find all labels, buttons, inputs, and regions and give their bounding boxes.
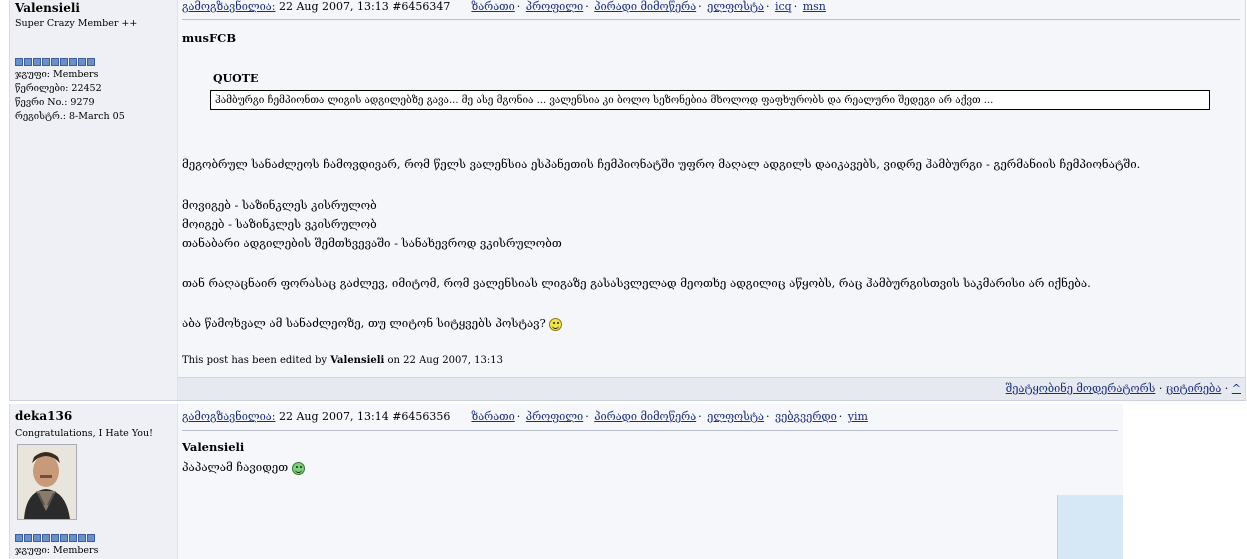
post-footer: შეატყობინე მოდერატორს · ციტირება · ^ bbox=[178, 377, 1245, 400]
author-panel: deka136 Congratulations, I Hate You! ჯგუ… bbox=[10, 404, 178, 559]
author-name[interactable]: Valensieli bbox=[15, 1, 80, 15]
report-moderator-link[interactable]: შეატყობინე მოდერატორს bbox=[1006, 382, 1156, 395]
header-divider bbox=[182, 430, 1118, 431]
link-email[interactable]: ელფოსტა bbox=[707, 0, 764, 13]
post-header: გამოგზავნილია: 22 Aug 2007, 13:14 #64563… bbox=[182, 410, 868, 423]
body-line-2: მოვიგებ - საზინკლეს კისრულობ bbox=[182, 198, 377, 212]
link-pm[interactable]: პირადი მიმოწერა bbox=[594, 410, 696, 423]
link-icq[interactable]: icq bbox=[775, 0, 792, 13]
quote-label: QUOTE bbox=[213, 72, 259, 85]
link-yim[interactable]: yim bbox=[848, 410, 868, 423]
post-content: გამოგზავნილია: 22 Aug 2007, 13:13 #64563… bbox=[178, 0, 1245, 400]
post-1: Valensieli Super Crazy Member ++ ჯგუფი: … bbox=[9, 0, 1246, 401]
stat-posts: წერილები: 22452 bbox=[15, 83, 102, 94]
quote-box: ჰამბურგი ჩემპიონთა ლიგის ადგილებზე გავა.… bbox=[210, 90, 1210, 110]
header-divider bbox=[182, 19, 1240, 20]
member-title: Congratulations, I Hate You! bbox=[15, 428, 153, 439]
body-line-1: მეგობრულ სანაძლეოს ჩამოვდივარ, რომ წელს … bbox=[182, 157, 1141, 171]
stat-group: ჯგუფი: Members bbox=[15, 69, 99, 80]
link-email[interactable]: ელფოსტა bbox=[707, 410, 764, 423]
avatar bbox=[17, 444, 77, 520]
body-line-1: პაპალამ ჩავიდეთ bbox=[182, 460, 305, 475]
link-msn[interactable]: msn bbox=[803, 0, 826, 13]
posted-meta: 22 Aug 2007, 13:13 #6456347 bbox=[275, 0, 451, 13]
link-pm[interactable]: პირადი მიმოწერა bbox=[594, 0, 696, 13]
post-header: გამოგზავნილია: 22 Aug 2007, 13:13 #64563… bbox=[182, 0, 826, 13]
quoted-username: musFCB bbox=[182, 31, 237, 45]
link-karma[interactable]: ზარათი bbox=[471, 0, 514, 13]
link-karma[interactable]: ზარათი bbox=[471, 410, 514, 423]
grin-smiley-icon bbox=[291, 461, 305, 475]
body-line-1-text: პაპალამ ჩავიდეთ bbox=[182, 460, 289, 474]
smiley-icon bbox=[549, 317, 563, 331]
posted-label[interactable]: გამოგზავნილია: bbox=[182, 410, 275, 423]
body-line-5: თან რაღაცნაირ ფორასაც გაძლევ, იმიტომ, რო… bbox=[182, 276, 1091, 290]
stat-group: ჯგუფი: Members bbox=[15, 545, 99, 556]
stat-member-no: წევრი No.: 9279 bbox=[15, 97, 95, 108]
member-title: Super Crazy Member ++ bbox=[15, 18, 138, 29]
quote-link[interactable]: ციტირება bbox=[1166, 382, 1221, 395]
side-panel bbox=[1057, 495, 1123, 559]
rank-pips bbox=[15, 58, 95, 66]
edited-note: This post has been edited by Valensieli … bbox=[182, 355, 503, 366]
rank-pips bbox=[15, 534, 95, 542]
scroll-top-link[interactable]: ^ bbox=[1232, 382, 1241, 395]
author-name[interactable]: deka136 bbox=[15, 409, 72, 423]
link-website[interactable]: ვებგვერდი bbox=[775, 410, 837, 423]
post-2: deka136 Congratulations, I Hate You! ჯგუ… bbox=[9, 404, 1123, 559]
stat-registered: რეგისტრ.: 8-March 05 bbox=[15, 111, 125, 122]
author-panel: Valensieli Super Crazy Member ++ ჯგუფი: … bbox=[10, 0, 178, 400]
posted-label[interactable]: გამოგზავნილია: bbox=[182, 0, 275, 13]
body-line-3: მოიგებ - საზინკლეს ვკისრულობ bbox=[182, 217, 377, 231]
body-line-6: აბა წამოხვალ ამ სანაძლეოზე, თუ ლიტონ სიტ… bbox=[182, 316, 563, 331]
post-content: გამოგზავნილია: 22 Aug 2007, 13:14 #64563… bbox=[178, 404, 1123, 559]
edited-by: Valensieli bbox=[330, 355, 385, 366]
body-line-4: თანაბარი ადგილების შემთხვევაში - სანახევ… bbox=[182, 236, 562, 250]
body-line-6-text: აბა წამოხვალ ამ სანაძლეოზე, თუ ლიტონ სიტ… bbox=[182, 316, 546, 330]
posted-meta: 22 Aug 2007, 13:14 #6456356 bbox=[275, 410, 451, 423]
quoted-username: Valensieli bbox=[182, 440, 245, 454]
link-profile[interactable]: პროფილი bbox=[526, 410, 583, 423]
link-profile[interactable]: პროფილი bbox=[526, 0, 583, 13]
